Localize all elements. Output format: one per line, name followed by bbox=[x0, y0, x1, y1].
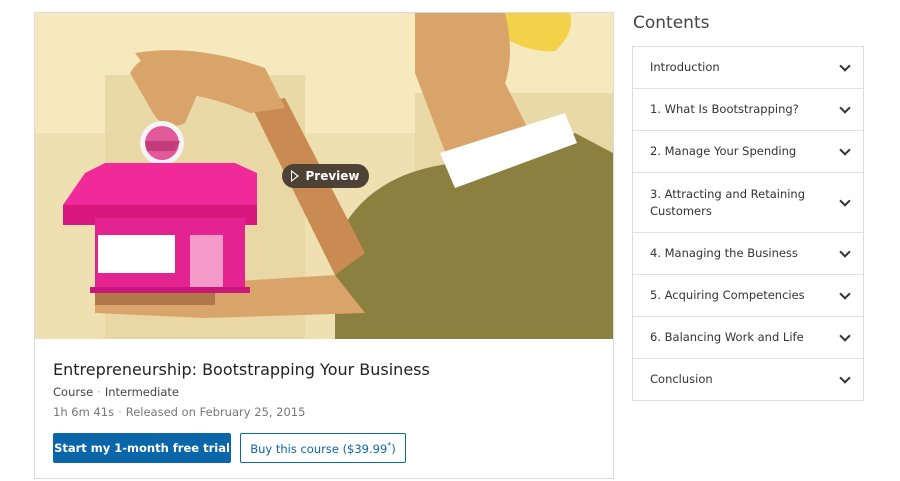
chevron-down-icon[interactable] bbox=[839, 101, 851, 114]
chevron-down-icon[interactable] bbox=[839, 287, 851, 300]
contents-item-label: Conclusion bbox=[650, 372, 713, 386]
contents-item[interactable]: 4. Managing the Business bbox=[633, 233, 863, 275]
contents-list: Introduction 1. What Is Bootstrapping? 2. … bbox=[632, 46, 864, 401]
contents-item-label: 6. Balancing Work and Life bbox=[650, 330, 804, 344]
chevron-down-icon[interactable] bbox=[839, 194, 851, 207]
separator-dot: · bbox=[97, 385, 101, 399]
course-duration-release: 1h 6m 41s · Released on February 25, 2015 bbox=[53, 405, 305, 419]
chevron-down-icon[interactable] bbox=[839, 245, 851, 258]
contents-item[interactable]: 1. What Is Bootstrapping? bbox=[633, 89, 863, 131]
contents-item[interactable]: Conclusion bbox=[633, 359, 863, 400]
contents-item[interactable]: 2. Manage Your Spending bbox=[633, 131, 863, 173]
course-level: Intermediate bbox=[104, 385, 180, 399]
buy-course-label: Buy this course ($39.99*) bbox=[250, 441, 396, 456]
course-duration: 1h 6m 41s bbox=[53, 405, 115, 419]
separator-dot: · bbox=[118, 405, 122, 419]
chevron-down-icon[interactable] bbox=[839, 371, 851, 384]
contents-item-label: 2. Manage Your Spending bbox=[650, 144, 797, 158]
contents-item-label: 1. What Is Bootstrapping? bbox=[650, 102, 799, 116]
course-type-level: Course · Intermediate bbox=[53, 385, 179, 399]
course-card: Preview Entrepreneurship: Bootstrapping … bbox=[34, 12, 614, 479]
buy-course-button[interactable]: Buy this course ($39.99*) bbox=[240, 433, 406, 463]
course-release-date: Released on February 25, 2015 bbox=[125, 405, 306, 419]
chevron-down-icon[interactable] bbox=[839, 329, 851, 342]
contents-item[interactable]: 3. Attracting and Retaining Customers bbox=[633, 173, 863, 233]
chevron-down-icon[interactable] bbox=[839, 59, 851, 72]
contents-item-label: 4. Managing the Business bbox=[650, 246, 798, 260]
course-hero-image[interactable]: Preview bbox=[35, 13, 613, 339]
contents-item-label: 3. Attracting and Retaining Customers bbox=[650, 186, 806, 218]
play-icon bbox=[291, 170, 300, 182]
buy-course-label-text: Buy this course ($39.99 bbox=[250, 441, 388, 456]
contents-item-label: 5. Acquiring Competencies bbox=[650, 288, 805, 302]
course-type: Course bbox=[53, 385, 94, 399]
preview-button-label: Preview bbox=[305, 169, 360, 183]
contents-item[interactable]: Introduction bbox=[633, 47, 863, 89]
buy-course-label-close: ) bbox=[391, 441, 396, 456]
contents-item[interactable]: 6. Balancing Work and Life bbox=[633, 317, 863, 359]
course-title: Entrepreneurship: Bootstrapping Your Bus… bbox=[53, 360, 430, 379]
chevron-down-icon[interactable] bbox=[839, 143, 851, 156]
start-free-trial-label: Start my 1-month free trial bbox=[54, 441, 230, 455]
contents-heading: Contents bbox=[633, 13, 710, 33]
start-free-trial-button[interactable]: Start my 1-month free trial bbox=[53, 433, 231, 463]
contents-item-label: Introduction bbox=[650, 60, 720, 74]
contents-item[interactable]: 5. Acquiring Competencies bbox=[633, 275, 863, 317]
preview-button[interactable]: Preview bbox=[282, 164, 369, 188]
